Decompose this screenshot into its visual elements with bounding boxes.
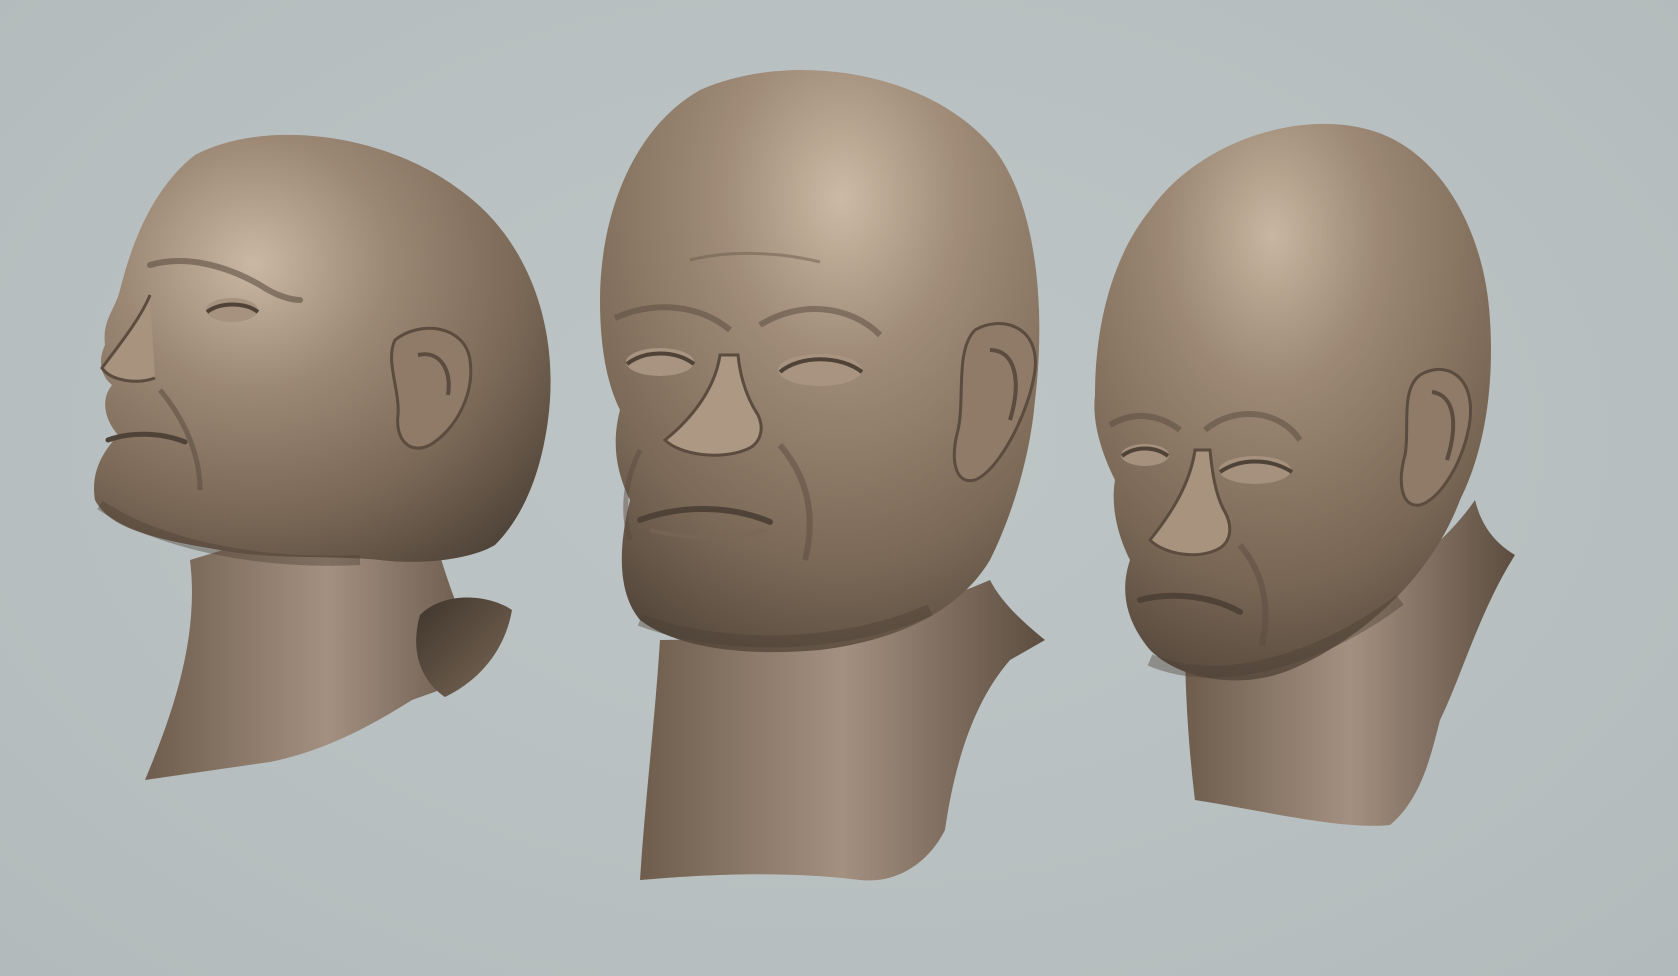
- viewport-canvas: [0, 0, 1678, 976]
- head-three-quarter-right-downturned: [1094, 123, 1515, 826]
- head-front-three-quarter: [600, 70, 1045, 881]
- sculpt-render: [94, 70, 1515, 881]
- head-three-quarter-left-upturned: [94, 134, 551, 780]
